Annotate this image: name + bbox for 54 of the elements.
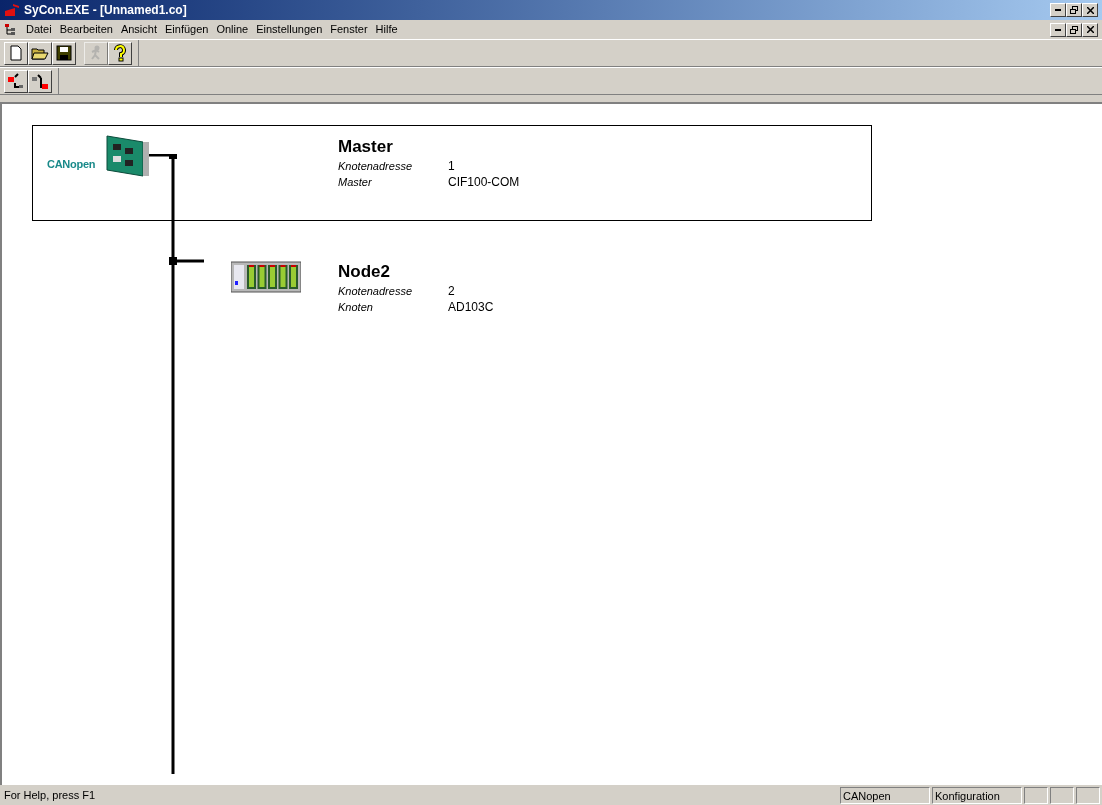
- toolbar-button[interactable]: [28, 69, 52, 93]
- minimize-button[interactable]: [1050, 22, 1066, 37]
- status-pane: [1076, 786, 1100, 804]
- toolbar-button[interactable]: [52, 41, 76, 65]
- new-file-icon: [8, 45, 24, 61]
- status-pane: [1024, 786, 1048, 804]
- device-node[interactable]: CANopen Master Knotenadresse 1 Master CIF100-COM: [32, 125, 872, 221]
- close-button[interactable]: [1082, 22, 1098, 37]
- menu-item[interactable]: Online: [216, 21, 249, 38]
- node-name: Master: [338, 136, 394, 158]
- insert-master-icon: [7, 72, 25, 90]
- device-rack-icon: [231, 261, 301, 293]
- status-pane: CANopen: [840, 786, 930, 804]
- status-pane: Konfiguration: [932, 786, 1022, 804]
- status-pane: [1050, 786, 1074, 804]
- minimize-icon: [1055, 9, 1061, 11]
- menu-item[interactable]: Fenster: [330, 21, 368, 38]
- logo-text: CANopen: [47, 157, 96, 172]
- field-label: Knotenadresse: [338, 284, 413, 299]
- toolbar-button[interactable]: [28, 41, 52, 65]
- document-icon: [4, 23, 18, 36]
- minimize-icon: [1055, 28, 1061, 31]
- minimize-button[interactable]: [1050, 3, 1066, 17]
- device-node[interactable]: Node2 Knotenadresse 2 Knoten AD103C: [32, 250, 872, 346]
- menu-item[interactable]: Ansicht: [120, 21, 157, 38]
- field-value: 1: [448, 158, 455, 174]
- toolbar-button[interactable]: [4, 41, 28, 65]
- field-value: 2: [448, 283, 455, 299]
- node-name: Node2: [338, 261, 391, 283]
- toolbar-button[interactable]: [4, 69, 28, 93]
- close-button[interactable]: [1082, 3, 1098, 17]
- insert-node-icon: [31, 72, 49, 90]
- field-value: CIF100-COM: [448, 174, 520, 190]
- menu-item[interactable]: Datei: [26, 21, 52, 38]
- menu-item[interactable]: Bearbeiten: [59, 21, 113, 38]
- field-label: Knoten: [338, 300, 374, 315]
- close-icon: [1086, 26, 1094, 33]
- restore-button[interactable]: [1066, 22, 1082, 37]
- window-title: SyCon.EXE - [Unnamed1.co]: [24, 2, 187, 19]
- app-icon: [4, 3, 20, 17]
- field-label: Knotenadresse: [338, 159, 413, 174]
- menu-item[interactable]: Einfügen: [165, 21, 209, 38]
- status-text: For Help, press F1: [3, 787, 97, 803]
- field-value: AD103C: [448, 299, 494, 315]
- toolbar-button[interactable]: [108, 41, 132, 65]
- restore-icon: [1070, 6, 1078, 14]
- field-label: Master: [338, 175, 373, 190]
- restore-icon: [1070, 25, 1078, 34]
- question-mark-icon: [113, 44, 127, 62]
- menu-item[interactable]: Einstellungen: [256, 21, 323, 38]
- restore-button[interactable]: [1066, 3, 1082, 17]
- menu-item[interactable]: Hilfe: [375, 21, 398, 38]
- folder-icon: [31, 45, 49, 61]
- close-icon: [1086, 6, 1094, 14]
